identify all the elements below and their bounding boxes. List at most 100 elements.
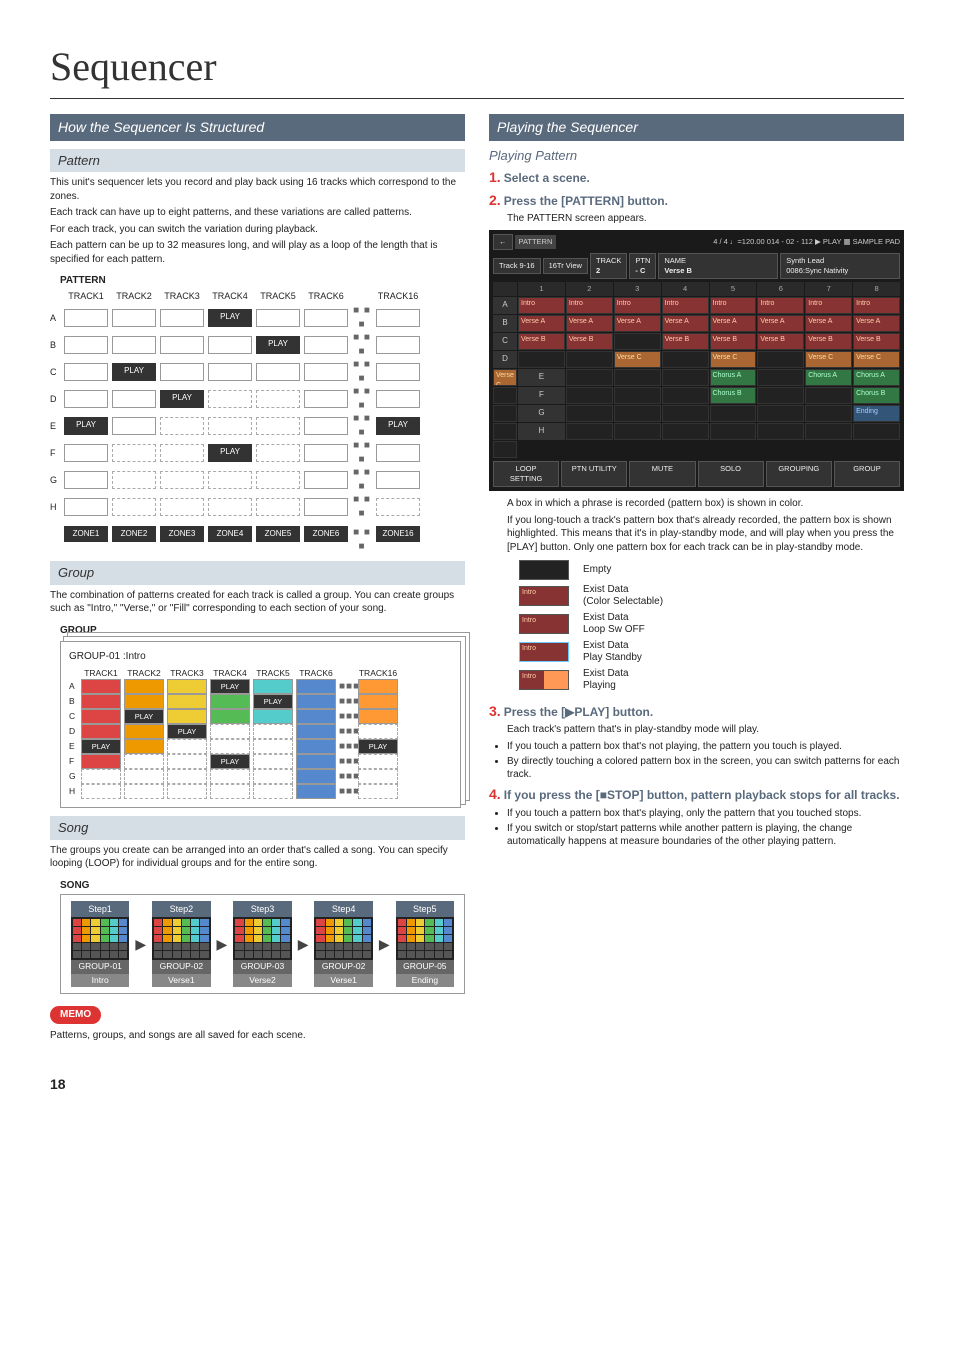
pattern-box[interactable] (662, 423, 709, 440)
name-field[interactable]: NAMEVerse B (658, 253, 778, 279)
pattern-box[interactable] (614, 369, 661, 386)
ptn-field[interactable]: PTN- C (629, 253, 656, 279)
pattern-box[interactable]: Intro (566, 297, 613, 314)
tone-field[interactable]: Synth Lead0086:Sync Nativity (780, 253, 900, 279)
pattern-box[interactable]: Verse C (805, 351, 852, 368)
pattern-cell (304, 363, 348, 381)
pattern-box[interactable]: Chorus B (710, 387, 757, 404)
pattern-box[interactable]: Intro (710, 297, 757, 314)
pattern-box[interactable]: Chorus A (805, 369, 852, 386)
pattern-box[interactable] (566, 351, 613, 368)
pattern-box[interactable] (493, 387, 517, 404)
pattern-box[interactable] (566, 423, 613, 440)
pattern-box[interactable] (614, 423, 661, 440)
row-label: B (50, 339, 60, 351)
pattern-box[interactable] (710, 423, 757, 440)
pattern-box[interactable] (614, 387, 661, 404)
footer-button[interactable]: MUTE (629, 461, 695, 487)
pattern-box[interactable] (805, 405, 852, 422)
legend-text: Exist DataPlay Standby (583, 640, 642, 664)
pattern-cell (376, 336, 420, 354)
pattern-box[interactable] (805, 423, 852, 440)
pattern-box[interactable]: Verse A (566, 315, 613, 332)
pattern-box[interactable]: Verse C (614, 351, 661, 368)
pattern-box[interactable] (710, 405, 757, 422)
pattern-box[interactable]: Chorus A (853, 369, 900, 386)
group-cell (358, 724, 398, 739)
pattern-box[interactable]: Intro (518, 297, 565, 314)
pattern-cell (376, 498, 420, 516)
pattern-box[interactable]: Verse A (710, 315, 757, 332)
pattern-box[interactable] (662, 405, 709, 422)
pattern-box[interactable] (566, 387, 613, 404)
pattern-box[interactable]: Chorus A (710, 369, 757, 386)
pattern-box[interactable]: Verse A (757, 315, 804, 332)
pattern-box[interactable]: Verse B (710, 333, 757, 350)
group-cell (296, 679, 336, 694)
pattern-box[interactable] (614, 333, 661, 350)
pattern-box[interactable] (566, 369, 613, 386)
pattern-box[interactable]: Verse A (518, 315, 565, 332)
zone-label: ZONE1 (64, 526, 108, 542)
pattern-box[interactable] (493, 441, 517, 458)
footer-button[interactable]: LOOP SETTING (493, 461, 559, 487)
pattern-box[interactable] (805, 387, 852, 404)
song-name-label: Verse1 (314, 974, 372, 987)
pattern-cell: PLAY (112, 363, 156, 381)
pattern-box[interactable]: Verse B (662, 333, 709, 350)
pattern-box[interactable] (662, 351, 709, 368)
pattern-box[interactable]: Chorus B (853, 387, 900, 404)
pattern-box[interactable]: Ending (853, 405, 900, 422)
pattern-box[interactable]: Verse C (493, 369, 517, 386)
pattern-tab[interactable]: PATTERN (515, 235, 557, 249)
pattern-box[interactable] (493, 423, 517, 440)
back-icon[interactable]: ← (493, 234, 513, 250)
track-toggle[interactable]: Track 9-16 (493, 258, 541, 274)
pattern-cell (64, 309, 108, 327)
pattern-box[interactable]: Verse A (805, 315, 852, 332)
pattern-box[interactable] (566, 405, 613, 422)
pattern-box[interactable] (757, 423, 804, 440)
pattern-box[interactable]: Intro (853, 297, 900, 314)
pattern-box[interactable]: Verse B (566, 333, 613, 350)
pattern-box[interactable] (614, 405, 661, 422)
footer-button[interactable]: GROUP (834, 461, 900, 487)
pattern-box[interactable] (518, 351, 565, 368)
song-name-label: Verse2 (233, 974, 291, 987)
pattern-box[interactable]: Verse B (757, 333, 804, 350)
subhead-group: Group (50, 561, 465, 585)
pattern-box[interactable]: Intro (662, 297, 709, 314)
view-toggle[interactable]: 16Tr View (543, 258, 588, 274)
pattern-box[interactable] (757, 405, 804, 422)
pattern-box[interactable]: Verse B (805, 333, 852, 350)
ellipsis-icon: ■ ■ ■ (352, 466, 372, 493)
pattern-box[interactable] (493, 405, 517, 422)
pattern-box[interactable]: Intro (757, 297, 804, 314)
pattern-box[interactable] (853, 423, 900, 440)
group-cell (253, 784, 293, 799)
group-cell (296, 769, 336, 784)
pattern-cell (64, 363, 108, 381)
track-field[interactable]: TRACK2 (590, 253, 627, 279)
group-cell (210, 739, 250, 754)
pattern-box[interactable] (662, 369, 709, 386)
pattern-box[interactable]: Intro (805, 297, 852, 314)
pattern-cell (304, 498, 348, 516)
footer-button[interactable]: GROUPING (766, 461, 832, 487)
pattern-box[interactable]: Verse C (710, 351, 757, 368)
pattern-box[interactable] (757, 369, 804, 386)
pattern-box[interactable] (662, 387, 709, 404)
pattern-box[interactable]: Intro (614, 297, 661, 314)
group-cell (358, 769, 398, 784)
pattern-box[interactable]: Verse A (614, 315, 661, 332)
footer-button[interactable]: PTN UTILITY (561, 461, 627, 487)
pattern-box[interactable]: Verse C (853, 351, 900, 368)
pattern-box[interactable]: Verse B (853, 333, 900, 350)
pattern-box[interactable]: Verse A (853, 315, 900, 332)
footer-button[interactable]: SOLO (698, 461, 764, 487)
pattern-box[interactable] (757, 387, 804, 404)
pattern-box[interactable] (757, 351, 804, 368)
pattern-box[interactable]: Verse A (662, 315, 709, 332)
pattern-box[interactable]: Verse B (518, 333, 565, 350)
pattern-cell (112, 498, 156, 516)
